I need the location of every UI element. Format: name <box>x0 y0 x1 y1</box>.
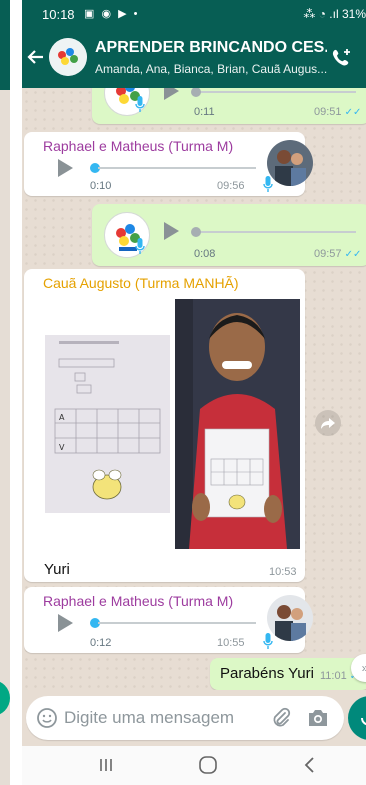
sender-name[interactable]: Cauã Augusto (Turma MANHÃ) <box>43 275 239 291</box>
message-list[interactable]: 0:11 09:51 ✓✓ Raphael e Matheus (Turma M… <box>22 88 366 690</box>
screen-gap <box>10 0 22 785</box>
chat-screen: 10:18 ▣ ◉ ▶ • ⁂ ◔ .ıl 31% APRENDER BRINC… <box>22 0 366 785</box>
audio-duration: 0:11 <box>194 106 215 118</box>
incoming-image-message[interactable]: Cauã Augusto (Turma MANHÃ) A V Yuri 10:5… <box>24 269 305 582</box>
message-input-container[interactable] <box>26 696 344 740</box>
message-time: 10:55 <box>217 637 245 649</box>
worksheet-photo[interactable]: A V <box>45 335 170 513</box>
back-icon[interactable] <box>298 754 322 776</box>
incoming-audio-message[interactable]: Raphael e Matheus (Turma M) 0:12 10:55 <box>24 587 313 653</box>
audio-progress-handle[interactable] <box>191 88 201 97</box>
screenshot: 10:18 ▣ ◉ ▶ • ⁂ ◔ .ıl 31% APRENDER BRINC… <box>0 0 366 785</box>
audio-progress-track[interactable] <box>98 167 256 169</box>
outgoing-audio-message[interactable]: 0:11 09:51 ✓✓ <box>92 88 366 124</box>
microphone-icon <box>135 238 145 254</box>
image-caption: Yuri <box>44 561 70 578</box>
play-icon[interactable] <box>164 88 179 100</box>
home-icon[interactable] <box>196 754 220 776</box>
message-text: Parabéns Yuri <box>220 665 314 682</box>
microphone-icon <box>263 633 273 649</box>
paperclip-icon[interactable] <box>270 707 292 729</box>
previous-header-edge <box>0 0 10 90</box>
sender-name[interactable]: Raphael e Matheus (Turma M) <box>43 593 233 609</box>
outgoing-audio-message[interactable]: 0:08 09:57 ✓✓ <box>92 204 366 266</box>
composer-bar <box>22 690 366 746</box>
microphone-icon <box>135 96 145 112</box>
status-time: 10:18 <box>42 7 75 22</box>
previous-screen-edge <box>0 0 10 785</box>
message-time: 09:57 ✓✓ <box>314 248 362 260</box>
system-navigation-bar <box>22 746 366 785</box>
sender-name[interactable]: Raphael e Matheus (Turma M) <box>43 138 233 154</box>
svg-text:V: V <box>59 443 65 452</box>
recent-apps-icon[interactable] <box>94 754 118 776</box>
child-photo[interactable] <box>175 299 300 549</box>
camera-icon[interactable] <box>306 707 330 729</box>
forward-icon[interactable] <box>315 410 341 436</box>
play-icon[interactable] <box>164 222 179 240</box>
microphone-icon[interactable] <box>348 696 366 740</box>
audio-duration: 0:08 <box>194 248 216 260</box>
outgoing-text-message[interactable]: Parabéns Yuri 11:01 ✓✓ <box>210 658 366 690</box>
notification-icons: ▣ ◉ ▶ • <box>84 8 140 20</box>
message-time: 09:56 <box>217 180 245 192</box>
read-ticks: ✓✓ <box>344 107 362 118</box>
incoming-audio-message[interactable]: Raphael e Matheus (Turma M) 0:10 09:56 <box>24 132 313 196</box>
audio-duration: 0:10 <box>90 180 112 192</box>
message-time: 10:53 <box>269 566 297 578</box>
read-ticks: ✓✓ <box>344 249 362 260</box>
message-time: 09:51 ✓✓ <box>314 106 362 118</box>
emoji-icon[interactable] <box>36 707 58 729</box>
group-avatar[interactable] <box>49 38 87 76</box>
arrow-left-icon[interactable] <box>26 47 46 67</box>
microphone-icon <box>263 176 273 192</box>
audio-duration: 0:12 <box>90 637 112 649</box>
previous-fab-edge <box>0 680 10 716</box>
message-input[interactable] <box>64 706 248 730</box>
image-album[interactable]: A V <box>40 299 300 549</box>
audio-progress-track[interactable] <box>196 91 356 93</box>
audio-progress-track[interactable] <box>98 622 256 624</box>
chat-title[interactable]: APRENDER BRINCANDO CES... <box>95 39 327 57</box>
chat-header: APRENDER BRINCANDO CES... Amanda, Ana, B… <box>22 30 366 88</box>
sender-photo <box>267 595 313 641</box>
play-icon[interactable] <box>58 614 73 632</box>
audio-progress-track[interactable] <box>196 231 356 233</box>
sender-photo <box>267 140 313 186</box>
audio-progress-handle[interactable] <box>191 227 201 237</box>
chat-members[interactable]: Amanda, Ana, Bianca, Brian, Cauã Augus..… <box>95 62 327 76</box>
add-call-icon[interactable] <box>330 46 354 70</box>
svg-text:A: A <box>59 413 65 422</box>
system-indicators: ⁂ ◔ .ıl 31% <box>303 7 366 21</box>
play-icon[interactable] <box>58 159 73 177</box>
status-bar: 10:18 ▣ ◉ ▶ • ⁂ ◔ .ıl 31% <box>22 0 366 30</box>
